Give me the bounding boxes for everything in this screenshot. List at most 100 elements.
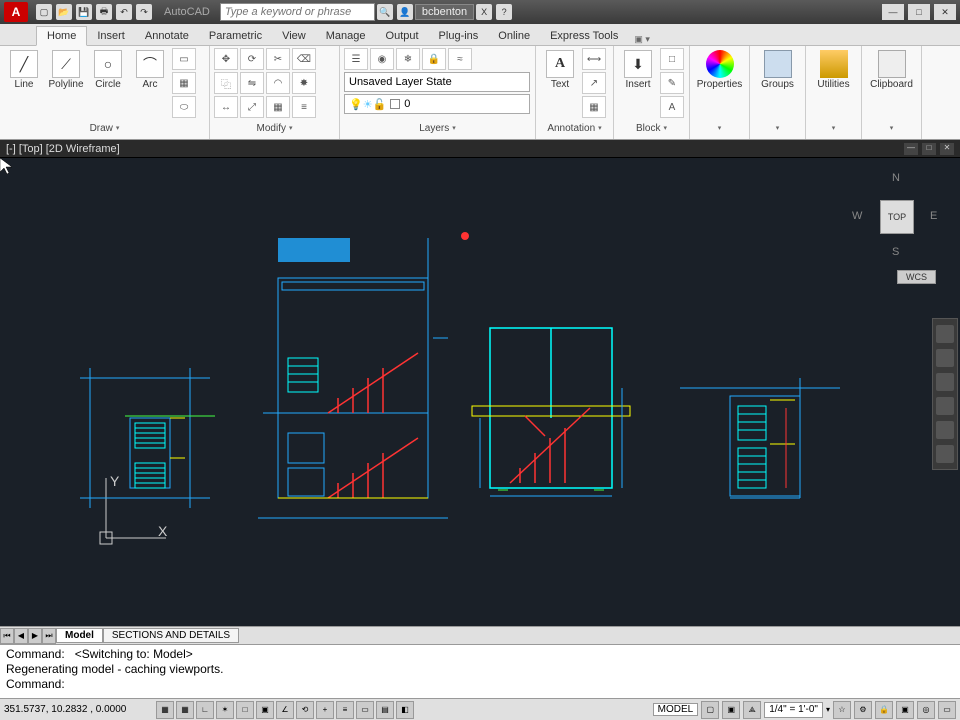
layout-next-icon[interactable]: ▶ <box>28 628 42 644</box>
command-line[interactable]: Command: <Switching to: Model> Regenerat… <box>0 644 960 698</box>
tab-plugins[interactable]: Plug-ins <box>429 27 489 45</box>
clipboard-panel-expand[interactable] <box>866 119 917 137</box>
maximize-icon[interactable]: □ <box>908 4 930 20</box>
layout-tab-sections[interactable]: SECTIONS AND DETAILS <box>103 628 239 643</box>
qat-undo-icon[interactable]: ↶ <box>116 4 132 20</box>
ribbon-expand-icon[interactable]: ▣ ▾ <box>634 34 650 45</box>
viewcube-face[interactable]: TOP <box>880 200 914 234</box>
draw-panel-label[interactable]: Draw <box>4 119 205 137</box>
viewport-minimize-icon[interactable]: — <box>904 143 918 155</box>
isolate-icon[interactable]: ◎ <box>917 701 935 719</box>
snap-toggle-icon[interactable]: ▦ <box>156 701 174 719</box>
osnap-toggle-icon[interactable]: □ <box>236 701 254 719</box>
exchange-icon[interactable]: X <box>476 4 492 20</box>
layers-panel-label[interactable]: Layers <box>344 119 531 137</box>
nav-more-icon[interactable] <box>936 445 954 463</box>
utilities-button[interactable]: Utilities <box>814 48 854 90</box>
layer-current-dropdown[interactable]: 💡☀🔓0 <box>344 94 530 114</box>
annovisibility-icon[interactable]: ☆ <box>833 701 851 719</box>
qat-new-icon[interactable]: ▢ <box>36 4 52 20</box>
nav-showmotion-icon[interactable] <box>936 421 954 439</box>
arc-button[interactable]: ⌒Arc <box>130 48 170 90</box>
lwt-toggle-icon[interactable]: ≡ <box>336 701 354 719</box>
clipboard-button[interactable]: Clipboard <box>872 48 912 90</box>
layer-off-icon[interactable]: ◉ <box>370 48 394 70</box>
ellipse-icon[interactable]: ⬭ <box>172 96 196 118</box>
layer-state-dropdown[interactable]: Unsaved Layer State <box>344 72 530 92</box>
annotation-scale-dropdown[interactable]: 1/4" = 1'-0" <box>764 702 823 718</box>
tab-annotate[interactable]: Annotate <box>135 27 199 45</box>
tab-online[interactable]: Online <box>488 27 540 45</box>
explode-icon[interactable]: ✸ <box>292 72 316 94</box>
leader-icon[interactable]: ↗ <box>582 72 606 94</box>
quickview-layouts-icon[interactable]: ▢ <box>701 701 719 719</box>
line-button[interactable]: ╱Line <box>4 48 44 90</box>
otrack-toggle-icon[interactable]: ∠ <box>276 701 294 719</box>
tab-view[interactable]: View <box>272 27 316 45</box>
layer-lock-icon[interactable]: 🔒 <box>422 48 446 70</box>
scale-dropdown-icon[interactable]: ▾ <box>826 705 830 714</box>
nav-zoom-icon[interactable] <box>936 373 954 391</box>
polyline-button[interactable]: ⟋Polyline <box>46 48 86 90</box>
scale-icon[interactable]: ⤢ <box>240 96 264 118</box>
drawing-canvas[interactable]: Y X <box>0 158 960 626</box>
tpy-toggle-icon[interactable]: ▭ <box>356 701 374 719</box>
rotate-icon[interactable]: ⟳ <box>240 48 264 70</box>
annotation-panel-label[interactable]: Annotation <box>540 119 609 137</box>
block-panel-label[interactable]: Block <box>618 119 685 137</box>
qat-print-icon[interactable]: 🖶 <box>96 4 112 20</box>
table-icon[interactable]: ▦ <box>582 96 606 118</box>
hardware-accel-icon[interactable]: ▣ <box>896 701 914 719</box>
qat-open-icon[interactable]: 📂 <box>56 4 72 20</box>
qat-redo-icon[interactable]: ↷ <box>136 4 152 20</box>
app-logo[interactable]: A <box>4 2 28 22</box>
offset-icon[interactable]: ≡ <box>292 96 316 118</box>
layout-prev-icon[interactable]: ◀ <box>14 628 28 644</box>
viewcube[interactable]: N S W E TOP <box>852 172 942 262</box>
trim-icon[interactable]: ✂ <box>266 48 290 70</box>
fillet-icon[interactable]: ◠ <box>266 72 290 94</box>
search-icon[interactable]: 🔍 <box>377 4 393 20</box>
layer-freeze-icon[interactable]: ❄ <box>396 48 420 70</box>
array-icon[interactable]: ▦ <box>266 96 290 118</box>
edit-block-icon[interactable]: ✎ <box>660 72 684 94</box>
cmd-prompt[interactable]: Command: <box>6 677 954 692</box>
move-icon[interactable]: ✥ <box>214 48 238 70</box>
layer-match-icon[interactable]: ≈ <box>448 48 472 70</box>
text-button[interactable]: AText <box>540 48 580 90</box>
grid-toggle-icon[interactable]: ▦ <box>176 701 194 719</box>
viewcube-w[interactable]: W <box>852 210 862 222</box>
wcs-label[interactable]: WCS <box>897 270 936 284</box>
viewcube-e[interactable]: E <box>930 210 937 222</box>
quickview-drawings-icon[interactable]: ▣ <box>722 701 740 719</box>
toolbar-lock-icon[interactable]: 🔒 <box>875 701 893 719</box>
ducs-toggle-icon[interactable]: ⟲ <box>296 701 314 719</box>
qp-toggle-icon[interactable]: ▤ <box>376 701 394 719</box>
minimize-icon[interactable]: — <box>882 4 904 20</box>
mirror-icon[interactable]: ⇋ <box>240 72 264 94</box>
create-block-icon[interactable]: □ <box>660 48 684 70</box>
coordinates-readout[interactable]: 351.5737, 10.2832 , 0.0000 <box>4 704 154 715</box>
copy-icon[interactable]: ⿻ <box>214 72 238 94</box>
tab-parametric[interactable]: Parametric <box>199 27 272 45</box>
attr-block-icon[interactable]: A <box>660 96 684 118</box>
properties-button[interactable]: Properties <box>700 48 740 90</box>
tab-express[interactable]: Express Tools <box>540 27 628 45</box>
stretch-icon[interactable]: ↔ <box>214 96 238 118</box>
viewport-maximize-icon[interactable]: □ <box>922 143 936 155</box>
tab-output[interactable]: Output <box>376 27 429 45</box>
circle-button[interactable]: ○Circle <box>88 48 128 90</box>
dimension-icon[interactable]: ⟷ <box>582 48 606 70</box>
modify-panel-label[interactable]: Modify <box>214 119 335 137</box>
workspace-icon[interactable]: ⚙ <box>854 701 872 719</box>
tab-home[interactable]: Home <box>36 26 87 46</box>
dyn-toggle-icon[interactable]: + <box>316 701 334 719</box>
layout-last-icon[interactable]: ⏭ <box>42 628 56 644</box>
username-label[interactable]: bcbenton <box>415 4 474 20</box>
close-icon[interactable]: ✕ <box>934 4 956 20</box>
viewport-label[interactable]: [-] [Top] [2D Wireframe] <box>6 143 120 155</box>
layout-tab-model[interactable]: Model <box>56 628 103 643</box>
tab-manage[interactable]: Manage <box>316 27 376 45</box>
nav-wheel-icon[interactable] <box>936 325 954 343</box>
nav-pan-icon[interactable] <box>936 349 954 367</box>
